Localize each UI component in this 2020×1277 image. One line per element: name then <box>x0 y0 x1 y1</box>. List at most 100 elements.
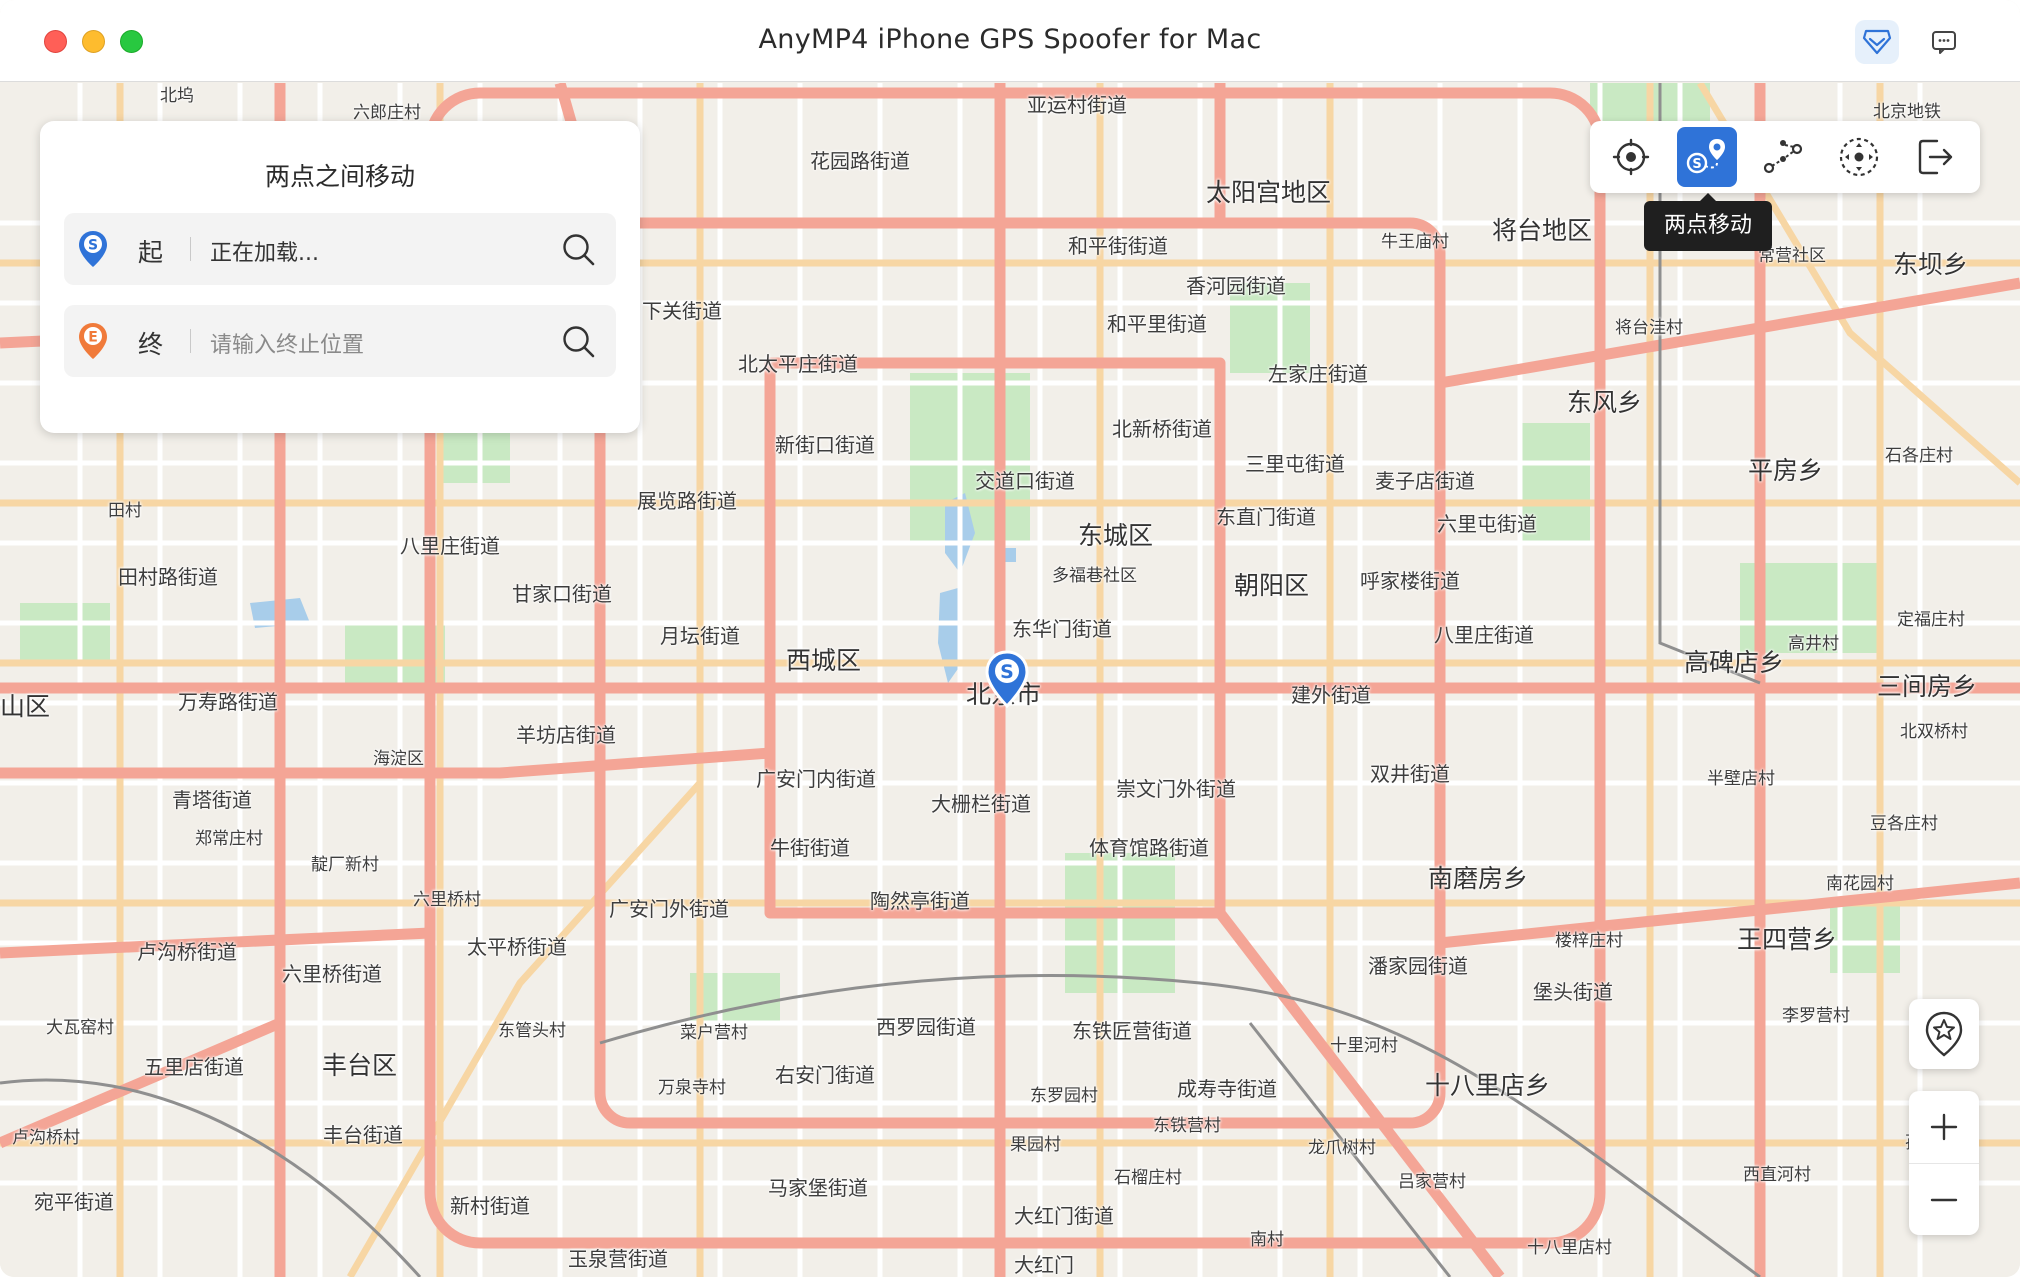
map-label: 三间房乡 <box>1877 672 1978 701</box>
map-label: 大红门街道 <box>1014 1204 1114 1228</box>
field-divider <box>190 237 191 261</box>
exit-icon <box>1918 139 1953 175</box>
start-location-field[interactable]: S 起 正在加载... <box>64 213 616 285</box>
map-label: 大红门 <box>1014 1253 1074 1277</box>
multi-stop-route-button[interactable] <box>1753 127 1813 187</box>
map-label: 六里桥村 <box>413 890 481 910</box>
map-label: 东铁营村 <box>1153 1116 1221 1136</box>
joystick-button[interactable] <box>1829 127 1889 187</box>
svg-text:S: S <box>1692 157 1701 172</box>
map-label: 宛平街道 <box>34 1190 114 1214</box>
map-label: 六里屯街道 <box>1437 512 1537 536</box>
map-label: 建外街道 <box>1291 683 1371 707</box>
map-label: 卢沟桥村 <box>12 1128 80 1148</box>
map-label: 东城区 <box>1078 521 1154 550</box>
modify-location-button[interactable] <box>1601 127 1661 187</box>
map-label: 郑常庄村 <box>195 829 263 849</box>
map-label: 月坛街道 <box>660 624 740 648</box>
map-label: 山区 <box>0 692 51 721</box>
map-label: 定福庄村 <box>1897 610 1965 630</box>
svg-text:S: S <box>88 238 98 254</box>
modify-location-icon <box>1612 138 1650 176</box>
end-location-input[interactable]: 请输入终止位置 <box>210 327 364 359</box>
map-label: 平房乡 <box>1748 456 1824 485</box>
map-label: 玉泉营街道 <box>568 1247 668 1271</box>
map-label: 香河园街道 <box>1186 274 1286 298</box>
search-icon[interactable] <box>560 231 598 269</box>
map-label: 南花园村 <box>1826 874 1894 894</box>
map-label: 将台洼村 <box>1615 318 1683 338</box>
map-label: 卢沟桥街道 <box>137 940 237 964</box>
end-pin-icon: E <box>79 323 107 359</box>
map-label: 陶然亭街道 <box>870 889 970 913</box>
map-label: 右安门街道 <box>775 1063 875 1087</box>
map-label: 东直门街道 <box>1216 505 1316 529</box>
map-label: 北坞 <box>160 86 194 106</box>
map-label: 呼家楼街道 <box>1360 569 1460 593</box>
start-label: 起 <box>138 238 164 267</box>
map-label: 羊坊店街道 <box>516 723 616 747</box>
map-label: 体育馆路街道 <box>1089 836 1209 860</box>
map-label: 堡头街道 <box>1533 980 1613 1004</box>
mode-toolbar: S <box>1590 121 1980 193</box>
map-label: 果园村 <box>1010 1135 1061 1155</box>
map-label: 和平街街道 <box>1068 234 1168 258</box>
map-label: 北新桥街道 <box>1112 417 1212 441</box>
two-point-route-icon: S <box>1686 139 1725 174</box>
map-label: 麦子店街道 <box>1375 469 1475 493</box>
feedback-button[interactable] <box>1922 20 1966 64</box>
map-label: 六里桥街道 <box>282 962 382 986</box>
map-label: 东风乡 <box>1567 388 1643 417</box>
map-label: 西直河村 <box>1743 1165 1811 1185</box>
map-label: 八里庄街道 <box>1434 623 1534 647</box>
diamond-icon <box>1862 29 1892 55</box>
panel-title: 两点之间移动 <box>264 162 415 191</box>
map-label: 牛王庙村 <box>1381 232 1449 252</box>
map-label: 青塔街道 <box>172 788 252 812</box>
map-label: 西城区 <box>786 646 862 675</box>
map-label: 南村 <box>1250 1230 1284 1250</box>
map-label: 太阳宫地区 <box>1206 178 1332 207</box>
premium-button[interactable] <box>1855 20 1899 64</box>
map-label: 丰台区 <box>322 1051 398 1080</box>
map-label: 高井村 <box>1788 634 1839 654</box>
map-label: 下关街道 <box>642 299 722 323</box>
plus-icon <box>1930 1113 1958 1141</box>
multi-stop-route-icon <box>1763 140 1803 174</box>
map-label: 石榴庄村 <box>1114 1168 1182 1188</box>
field-divider <box>190 329 191 353</box>
zoom-out-button[interactable] <box>1909 1163 1979 1235</box>
favorites-button[interactable] <box>1909 999 1979 1069</box>
map-label: 八里庄街道 <box>400 534 500 558</box>
map-label: 十里河村 <box>1330 1036 1398 1056</box>
map-label: 海淀区 <box>373 749 424 769</box>
map-label: 丰台街道 <box>323 1123 403 1147</box>
map-label: 太平桥街道 <box>467 935 567 959</box>
two-point-route-button[interactable]: S <box>1677 127 1737 187</box>
map-label: 东坝乡 <box>1893 250 1969 279</box>
map-label: 北太平庄街道 <box>738 352 858 376</box>
map-label: 东管头村 <box>498 1021 566 1041</box>
map-label: 靛厂新村 <box>311 855 379 875</box>
map-label: 新街口街道 <box>775 433 875 457</box>
map-label: 高碑店乡 <box>1684 648 1785 677</box>
zoom-in-button[interactable] <box>1909 1091 1979 1163</box>
search-icon[interactable] <box>560 323 598 361</box>
map-label: 东罗园村 <box>1030 1086 1098 1106</box>
map-label: 崇文门外街道 <box>1116 777 1236 801</box>
map-label: 成寿寺街道 <box>1177 1077 1277 1101</box>
svg-text:S: S <box>1000 661 1014 683</box>
map-label: 半壁店村 <box>1707 769 1775 789</box>
map-label: 东华门街道 <box>1012 617 1112 641</box>
exit-button[interactable] <box>1905 127 1965 187</box>
map-label: 新村街道 <box>450 1194 530 1218</box>
app-window: AnyMP4 iPhone GPS Spoofer for Mac 东城区 西城… <box>0 0 2020 1277</box>
start-location-input[interactable]: 正在加载... <box>210 235 319 267</box>
map-label: 牛街街道 <box>770 836 850 860</box>
map-label: 南磨房乡 <box>1428 864 1529 893</box>
end-label: 终 <box>138 330 164 359</box>
map-label: 楼梓庄村 <box>1555 931 1623 951</box>
map-label: 万泉寺村 <box>658 1078 726 1098</box>
end-location-field[interactable]: E 终 请输入终止位置 <box>64 305 616 377</box>
current-location-pin-icon: S <box>985 650 1029 708</box>
